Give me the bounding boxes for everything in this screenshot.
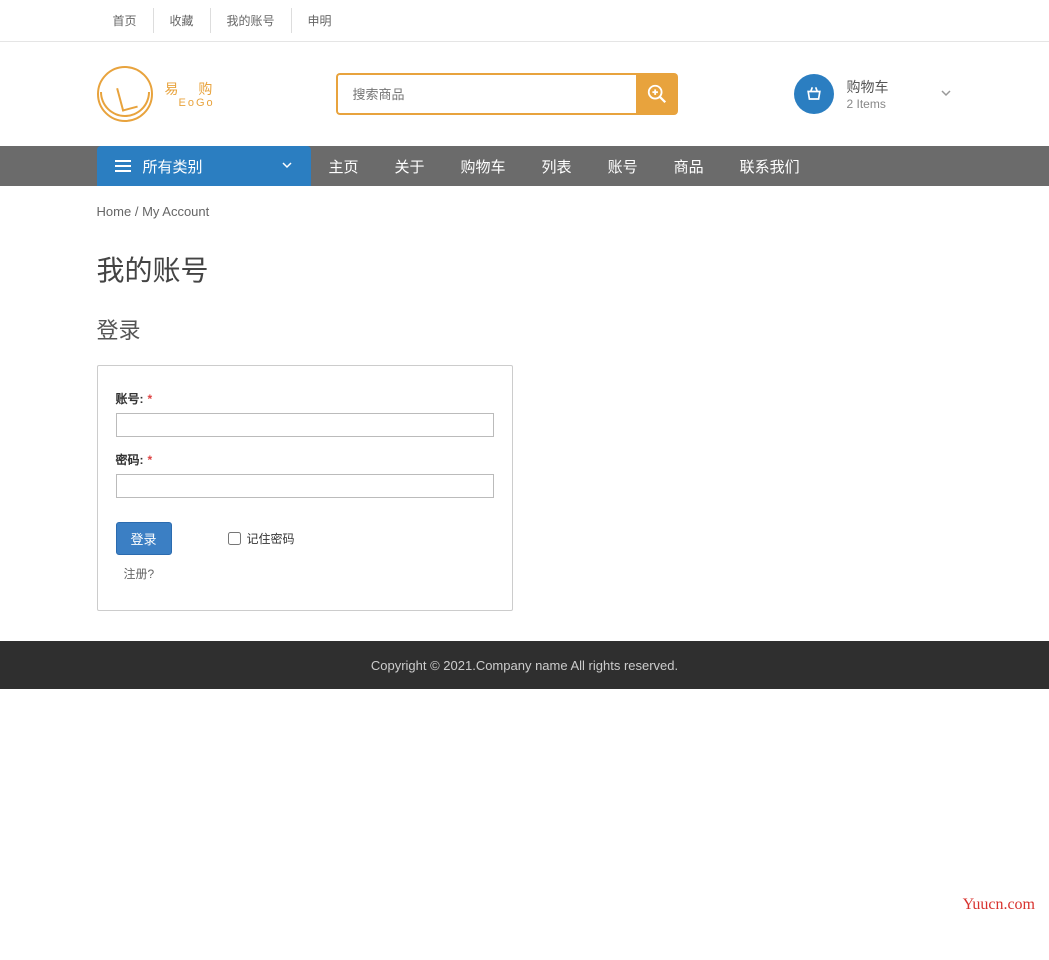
remember-label: 记住密码 [247, 530, 295, 547]
breadcrumb-home[interactable]: Home [97, 204, 132, 219]
chevron-down-icon [281, 158, 293, 174]
main-nav: 所有类别 主页 关于 购物车 列表 账号 商品 联系我们 [0, 146, 1049, 186]
page-title: 我的账号 [97, 249, 953, 289]
remember-wrap[interactable]: 记住密码 [228, 530, 295, 547]
search-form [336, 73, 678, 115]
search-zoom-icon [646, 83, 668, 105]
username-label: 账号:* [116, 390, 494, 407]
categories-dropdown[interactable]: 所有类别 [97, 146, 311, 186]
nav-contact[interactable]: 联系我们 [722, 146, 818, 186]
search-input[interactable] [336, 73, 636, 115]
section-title: 登录 [97, 313, 953, 345]
logo-text-en: EoGo [179, 97, 221, 109]
register-link[interactable]: 注册? [124, 565, 494, 582]
nav-cart[interactable]: 购物车 [443, 146, 524, 186]
header: 易 购 EoGo 购物车 2 Items [0, 42, 1049, 146]
cart-label: 购物车 [846, 77, 888, 97]
basket-icon [804, 84, 824, 104]
breadcrumb: Home / My Account [97, 186, 953, 231]
breadcrumb-sep: / [135, 204, 139, 219]
password-input[interactable] [116, 474, 494, 498]
logo-icon [97, 66, 153, 122]
password-label: 密码:* [116, 451, 494, 468]
hamburger-icon [115, 160, 131, 172]
page-content: 我的账号 登录 账号:* 密码:* 登录 记住密码 注册? [97, 249, 953, 611]
footer: Copyright © 2021.Company name All rights… [0, 641, 1049, 689]
required-mark: * [148, 392, 153, 406]
cart-icon-circle [794, 74, 834, 114]
nav-list[interactable]: 列表 [524, 146, 590, 186]
nav-products[interactable]: 商品 [656, 146, 722, 186]
copyright-text: Copyright © 2021.Company name All rights… [371, 658, 678, 673]
cart-count: 2 Items [846, 97, 888, 111]
login-button[interactable]: 登录 [116, 522, 172, 555]
logo[interactable]: 易 购 EoGo [97, 66, 221, 122]
logo-text-cn: 易 购 [165, 79, 221, 99]
topbar-link-home[interactable]: 首页 [97, 8, 154, 33]
topbar-link-favorites[interactable]: 收藏 [154, 8, 211, 33]
nav-about[interactable]: 关于 [377, 146, 443, 186]
login-form: 账号:* 密码:* 登录 记住密码 注册? [97, 365, 513, 611]
nav-links: 主页 关于 购物车 列表 账号 商品 联系我们 [311, 146, 818, 186]
categories-label: 所有类别 [143, 156, 203, 177]
cart-widget[interactable]: 购物车 2 Items [794, 74, 952, 114]
required-mark: * [148, 453, 153, 467]
search-button[interactable] [636, 73, 678, 115]
topbar: 首页 收藏 我的账号 申明 [0, 0, 1049, 42]
breadcrumb-current: My Account [142, 204, 209, 219]
remember-checkbox[interactable] [228, 532, 241, 545]
topbar-links: 首页 收藏 我的账号 申明 [97, 8, 348, 33]
watermark: Yuucn.com [963, 896, 1035, 914]
nav-home[interactable]: 主页 [311, 146, 377, 186]
topbar-link-declaration[interactable]: 申明 [292, 8, 348, 33]
username-input[interactable] [116, 413, 494, 437]
nav-account[interactable]: 账号 [590, 146, 656, 186]
topbar-link-account[interactable]: 我的账号 [211, 8, 292, 33]
chevron-down-icon [940, 86, 952, 102]
